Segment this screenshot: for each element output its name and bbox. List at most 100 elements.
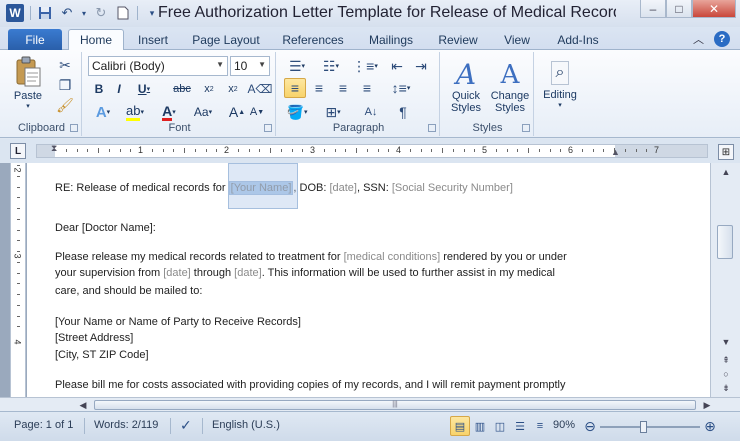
zoom-in-icon[interactable]: ⊕ — [700, 416, 720, 436]
justify-button[interactable]: ≡ — [356, 78, 378, 98]
view-ruler-icon[interactable]: ⊞ — [718, 144, 734, 160]
shading-button[interactable]: 🪣 ▾ — [282, 102, 312, 122]
full-screen-reading-icon[interactable]: ▥ — [470, 416, 490, 436]
paragraph-line-3: care, and should be mailed to: — [55, 285, 203, 297]
word-count[interactable]: Words: 2/119 — [94, 419, 158, 431]
indent-marker-icon[interactable]: ⧗ — [51, 143, 57, 154]
align-right-button[interactable]: ≡ — [332, 78, 354, 98]
right-indent-marker-icon[interactable]: ▲ — [611, 147, 620, 157]
web-layout-icon[interactable]: ◫ — [490, 416, 510, 436]
print-layout-view-icon[interactable]: ▤ — [450, 416, 470, 436]
from-date-placeholder[interactable]: [date] — [163, 267, 191, 279]
redo-icon[interactable]: ↻ — [93, 5, 109, 21]
bullets-button[interactable]: ☰ ▾ — [282, 56, 312, 76]
underline-button[interactable]: U ▾ — [132, 80, 156, 98]
close-button[interactable]: ✕ — [692, 0, 736, 18]
ssn-placeholder[interactable]: [Social Security Number] — [392, 182, 513, 194]
dob-placeholder[interactable]: [date] — [329, 182, 357, 194]
tab-home[interactable]: Home — [68, 29, 124, 51]
draft-view-icon[interactable]: ≡ — [530, 416, 550, 436]
zoom-level[interactable]: 90% — [553, 419, 575, 431]
horizontal-ruler[interactable]: ⧗ ▲ 1 2 3 4 5 6 7 — [36, 143, 708, 158]
change-styles-button[interactable]: A Change Styles — [488, 54, 532, 120]
tab-view[interactable]: View — [496, 29, 538, 50]
tab-file[interactable]: File — [8, 29, 62, 50]
horizontal-scrollbar[interactable]: ◀ ||| ▶ — [0, 397, 740, 411]
font-color-button[interactable]: A ▾ — [156, 102, 182, 122]
sort-button[interactable]: A↓ — [360, 102, 382, 122]
quick-styles-button[interactable]: A Quick Styles — [446, 54, 486, 120]
numbering-button[interactable]: ☷ ▾ — [316, 56, 346, 76]
ribbon-minimize-icon[interactable]: ︿ — [693, 31, 704, 47]
help-icon[interactable]: ? — [714, 31, 730, 47]
format-painter-button[interactable]: 🖌 — [56, 96, 74, 114]
zoom-out-icon[interactable]: ⊖ — [580, 416, 600, 436]
proofing-icon[interactable]: ✓ — [180, 417, 192, 434]
strikethrough-button[interactable]: abc — [170, 80, 194, 98]
scroll-up-icon[interactable]: ▲ — [719, 165, 733, 179]
decrease-indent-button[interactable]: ⇤ — [386, 56, 408, 76]
ruler-tick — [76, 149, 78, 152]
maximize-button[interactable]: □ — [666, 0, 692, 18]
align-center-button[interactable]: ≡ — [308, 78, 330, 98]
word-app-icon[interactable]: W — [6, 4, 24, 22]
text-effects-button[interactable]: A ▾ — [90, 102, 116, 122]
select-browse-object-icon[interactable]: ○ — [719, 367, 733, 381]
superscript-button[interactable]: x2 — [222, 80, 244, 98]
tab-add-ins[interactable]: Add-Ins — [548, 29, 608, 50]
font-name-select[interactable]: Calibri (Body) ▼ — [88, 56, 228, 76]
undo-dropdown-icon[interactable]: ▾ — [81, 5, 87, 21]
shrink-font-button[interactable]: A ▼ — [248, 102, 266, 122]
tab-insert[interactable]: Insert — [130, 29, 176, 50]
tab-mailings[interactable]: Mailings — [360, 29, 422, 50]
multilevel-list-button[interactable]: ⋮≡ ▾ — [350, 56, 380, 76]
tab-references[interactable]: References — [276, 29, 350, 50]
save-icon[interactable] — [37, 5, 53, 21]
vertical-scroll-thumb[interactable] — [717, 225, 733, 259]
tab-page-layout[interactable]: Page Layout — [186, 29, 266, 50]
change-case-button[interactable]: Aa ▾ — [188, 102, 218, 122]
show-formatting-button[interactable]: ¶ — [392, 102, 414, 122]
subscript-button[interactable]: x2 — [198, 80, 220, 98]
borders-button[interactable]: ⊞ ▾ — [318, 102, 348, 122]
through-date-placeholder[interactable]: [date] — [234, 267, 262, 279]
bold-button[interactable]: B — [90, 80, 108, 98]
cut-button[interactable]: ✂ — [56, 56, 74, 74]
styles-launcher-icon[interactable] — [522, 124, 530, 132]
font-launcher-icon[interactable] — [264, 124, 272, 132]
new-document-icon[interactable] — [115, 5, 131, 21]
previous-page-icon[interactable]: ⇞ — [719, 353, 733, 367]
paragraph-launcher-icon[interactable] — [428, 124, 436, 132]
clear-formatting-button[interactable]: A⌫ — [248, 80, 273, 98]
minimize-button[interactable]: – — [640, 0, 666, 18]
tab-review[interactable]: Review — [432, 29, 484, 50]
medical-conditions-placeholder[interactable]: [medical conditions] — [344, 251, 441, 263]
editing-button[interactable]: ⌕ Editing ▾ — [538, 54, 582, 116]
vertical-scrollbar[interactable]: ▲ ▼ ⇞ ○ ⇟ — [710, 163, 740, 397]
language-indicator[interactable]: English (U.S.) — [212, 419, 280, 431]
italic-button[interactable]: I — [110, 80, 128, 98]
scroll-left-icon[interactable]: ◀ — [76, 398, 90, 412]
paste-button[interactable]: Paste ▾ — [8, 54, 48, 112]
font-size-select[interactable]: 10 ▼ — [230, 56, 270, 76]
clipboard-launcher-icon[interactable] — [70, 124, 78, 132]
scroll-right-icon[interactable]: ▶ — [700, 398, 714, 412]
horizontal-scroll-thumb[interactable]: ||| — [94, 400, 696, 410]
document-page[interactable]: RE: Release of medical records for [Your… — [27, 163, 710, 397]
undo-icon[interactable]: ↶ — [59, 5, 75, 21]
align-left-button[interactable]: ≡ — [284, 78, 306, 98]
ruler-tick — [17, 186, 20, 188]
page-count[interactable]: Page: 1 of 1 — [14, 419, 73, 431]
scroll-down-icon[interactable]: ▼ — [719, 335, 733, 349]
tab-selector-button[interactable]: L — [10, 143, 26, 159]
line-spacing-button[interactable]: ↕≡ ▾ — [386, 78, 416, 98]
increase-indent-button[interactable]: ⇥ — [410, 56, 432, 76]
zoom-slider-handle[interactable] — [640, 421, 648, 433]
highlight-color-button[interactable]: ab ▾ — [120, 102, 150, 122]
outline-view-icon[interactable]: ☰ — [510, 416, 530, 436]
vertical-ruler[interactable]: 2 3 4 — [10, 163, 26, 397]
next-page-icon[interactable]: ⇟ — [719, 381, 733, 395]
grow-font-button[interactable]: A ▲ — [228, 102, 246, 122]
zoom-slider[interactable] — [600, 421, 700, 433]
copy-button[interactable]: ❐ — [56, 76, 74, 94]
